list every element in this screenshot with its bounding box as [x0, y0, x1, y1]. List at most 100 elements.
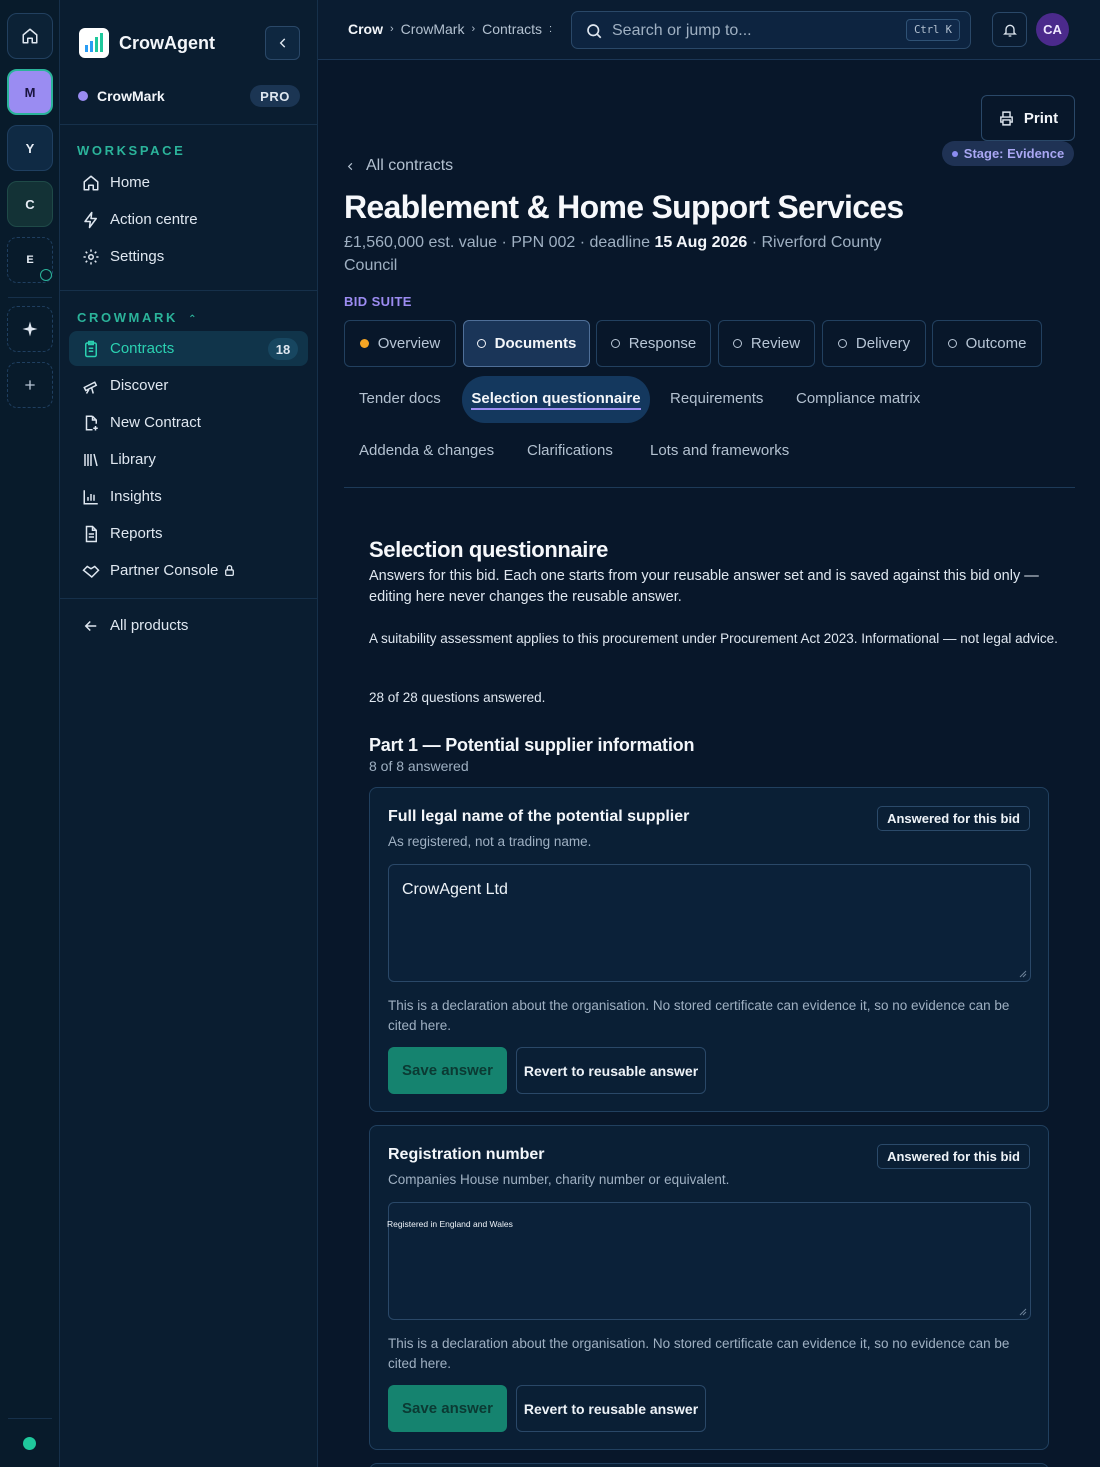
- revert-answer-button[interactable]: Revert to reusable answer: [516, 1047, 706, 1094]
- tabs-divider: [344, 487, 1075, 488]
- subtab-addenda[interactable]: Addenda & changes: [359, 442, 494, 459]
- top-bar: Crow › CrowMark › Contracts : Search or …: [318, 0, 1100, 60]
- all-products-link[interactable]: All products: [69, 608, 308, 643]
- question-title: Registration number: [388, 1146, 545, 1163]
- sidebar-item-library[interactable]: Library: [69, 442, 308, 477]
- answer-textarea[interactable]: CrowAgent Ltd: [388, 864, 1031, 982]
- org-name: CrowMark: [97, 88, 165, 104]
- tab-status-ring: [947, 339, 957, 348]
- sidebar-item-label: Library: [110, 451, 156, 468]
- sidebar-item-new-contract[interactable]: New Contract: [69, 405, 308, 440]
- tab-label: Delivery: [855, 335, 911, 352]
- tab-documents[interactable]: Documents: [463, 320, 590, 367]
- subtab-lots-frameworks[interactable]: Lots and frameworks: [650, 442, 789, 459]
- subtab-requirements[interactable]: Requirements: [670, 390, 763, 407]
- subtab-clarifications[interactable]: Clarifications: [527, 442, 613, 459]
- revert-answer-button[interactable]: Revert to reusable answer: [516, 1385, 706, 1432]
- sidebar: CrowAgent CrowMark PRO WORKSPACE Home Ac…: [60, 0, 318, 1467]
- workspace-section-label: WORKSPACE: [77, 143, 186, 158]
- tab-outcome[interactable]: Outcome: [932, 320, 1042, 367]
- question-card-next: [369, 1463, 1049, 1467]
- notifications-button[interactable]: [992, 12, 1027, 47]
- overview-status-dot: [359, 339, 369, 348]
- chevron-up-icon: ⌃: [188, 314, 200, 325]
- add-workspace-button[interactable]: [7, 362, 53, 408]
- save-answer-button[interactable]: Save answer: [388, 1385, 507, 1432]
- meta-value: £1,560,000 est. value: [344, 234, 498, 251]
- sidebar-item-partner-console[interactable]: Partner Console: [69, 553, 308, 588]
- back-link[interactable]: All contracts: [345, 157, 453, 175]
- back-link-label: All contracts: [366, 157, 454, 174]
- subtab-tender-docs[interactable]: Tender docs: [359, 390, 441, 407]
- tab-review[interactable]: Review: [718, 320, 815, 367]
- chevron-left-icon: [279, 38, 285, 48]
- breadcrumb-crow[interactable]: Crow: [348, 21, 383, 37]
- rail-ai-button[interactable]: [7, 306, 53, 352]
- sidebar-item-contracts[interactable]: Contracts 18: [69, 331, 308, 366]
- question-card: Registration number Companies House numb…: [369, 1125, 1049, 1450]
- subtab-compliance-matrix[interactable]: Compliance matrix: [796, 390, 920, 407]
- answer-text: CrowAgent Ltd: [402, 881, 508, 898]
- tab-delivery[interactable]: Delivery: [822, 320, 926, 367]
- sidebar-item-reports[interactable]: Reports: [69, 516, 308, 551]
- tab-status-ring: [476, 339, 486, 348]
- sidebar-item-label: Home: [110, 174, 151, 191]
- bell-icon: [1002, 24, 1017, 37]
- sidebar-item-home[interactable]: Home: [69, 165, 308, 200]
- evidence-note: This is a declaration about the organisa…: [388, 998, 1010, 1033]
- sidebar-item-label: Action centre: [110, 211, 198, 228]
- main-content: Print Stage: Evidence All contracts Reab…: [318, 60, 1100, 1467]
- breadcrumb: Crow › CrowMark › Contracts :: [348, 21, 552, 37]
- handshake-icon: [82, 565, 100, 578]
- workspace-m-button[interactable]: M: [7, 69, 53, 115]
- avatar[interactable]: CA: [1036, 13, 1069, 46]
- sidebar-item-discover[interactable]: Discover: [69, 368, 308, 403]
- tab-status-ring: [732, 339, 742, 348]
- sidebar-item-insights[interactable]: Insights: [69, 479, 308, 514]
- answer-textarea[interactable]: Registered in England and Wales: [387, 1202, 1031, 1320]
- breadcrumb-crowmark[interactable]: CrowMark: [401, 21, 465, 37]
- tab-overview[interactable]: Overview: [344, 320, 456, 367]
- print-button[interactable]: Print: [981, 95, 1075, 141]
- report-icon: [85, 525, 97, 542]
- question-hint: Companies House number, charity number o…: [388, 1172, 730, 1187]
- collapse-sidebar-button[interactable]: [265, 26, 300, 60]
- tab-label: Response: [628, 335, 697, 352]
- breadcrumb-separator: ›: [390, 23, 394, 35]
- plan-badge: PRO: [250, 85, 300, 107]
- sidebar-item-settings[interactable]: Settings: [69, 239, 308, 274]
- subtab-selection-questionnaire[interactable]: Selection questionnaire: [462, 376, 650, 423]
- search-shortcut-badge: Ctrl K: [906, 19, 960, 41]
- resize-handle-icon[interactable]: [1019, 970, 1027, 978]
- answered-badge: Answered for this bid: [877, 806, 1030, 831]
- search-box[interactable]: Search or jump to... Ctrl K: [571, 11, 971, 49]
- sidebar-item-action-centre[interactable]: Action centre: [69, 202, 308, 237]
- sidebar-item-label: Discover: [110, 377, 169, 394]
- product-section-label[interactable]: CROWMARK ⌃: [77, 310, 199, 325]
- workspace-y-button[interactable]: Y: [7, 125, 53, 171]
- rail-home-button[interactable]: [7, 13, 53, 59]
- arrow-left-icon: [84, 620, 97, 631]
- tab-status-ring: [610, 339, 620, 348]
- question-title: Full legal name of the potential supplie…: [388, 808, 690, 825]
- part-progress: 8 of 8 answered: [369, 758, 469, 774]
- sidebar-item-label: Insights: [110, 488, 162, 505]
- save-answer-button[interactable]: Save answer: [388, 1047, 507, 1094]
- resize-handle-icon[interactable]: [1019, 1308, 1027, 1316]
- home-icon: [83, 175, 99, 190]
- search-icon: [587, 24, 602, 39]
- brand-name: CrowAgent: [119, 33, 215, 53]
- stage-dot: [951, 150, 958, 157]
- all-products-label: All products: [110, 617, 189, 634]
- bolt-icon: [84, 211, 97, 228]
- progress-text: 28 of 28 questions answered.: [369, 690, 546, 705]
- breadcrumb-contracts[interactable]: Contracts: [482, 21, 542, 37]
- meta-deadline: 15 Aug 2026: [654, 234, 748, 251]
- bid-suite-label: BID SUITE: [344, 294, 412, 309]
- tab-response[interactable]: Response: [596, 320, 711, 367]
- sidebar-divider: [60, 124, 318, 125]
- sparkle-icon: [22, 321, 38, 337]
- search-input[interactable]: Search or jump to...: [612, 22, 752, 40]
- workspace-c-button[interactable]: C: [7, 181, 53, 227]
- status-indicator: [23, 1437, 36, 1450]
